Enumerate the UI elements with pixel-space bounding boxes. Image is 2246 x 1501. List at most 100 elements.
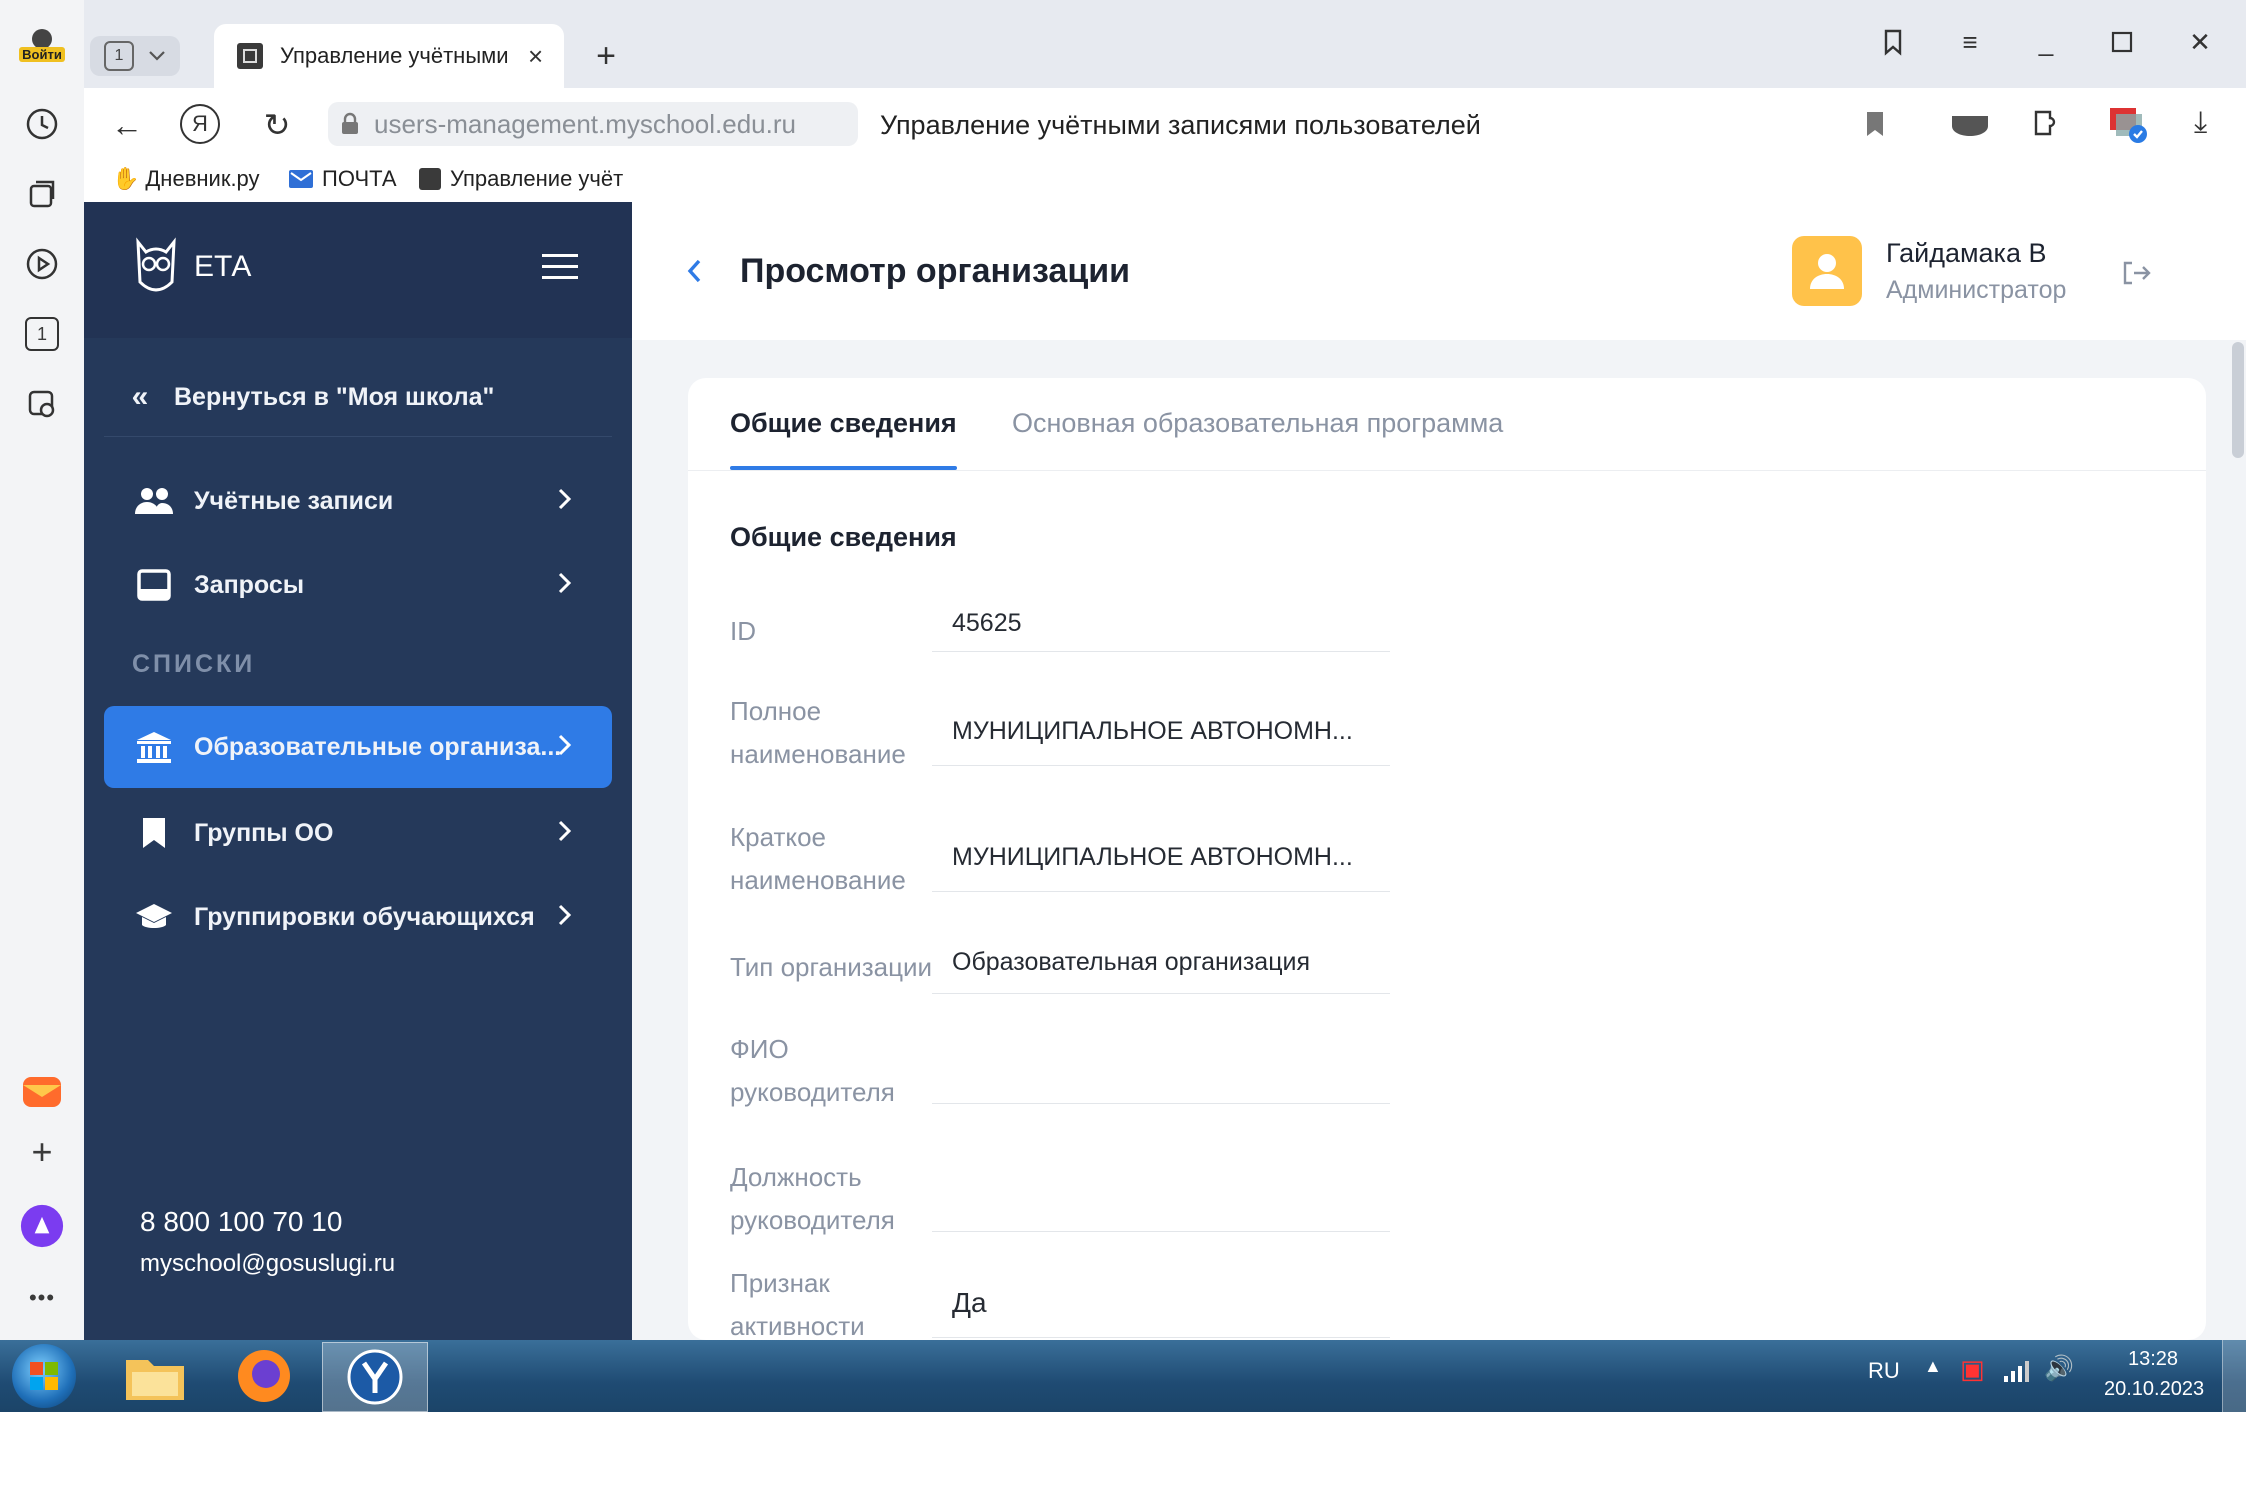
back-arrow-icon[interactable]: ← — [104, 102, 150, 148]
url-field[interactable]: users-management.myschool.edu.ru — [328, 102, 858, 146]
bookmark-icon — [132, 816, 176, 850]
scrollbar-thumb[interactable] — [2232, 342, 2244, 458]
reader-mode-icon[interactable] — [1950, 112, 1990, 143]
sidebar-item-student-groupings[interactable]: Группировки обучающихся — [104, 876, 612, 958]
start-button[interactable] — [12, 1344, 76, 1408]
user-role: Администратор — [1886, 276, 2067, 304]
field-label-short-name: Краткое наименование — [730, 822, 906, 895]
tab-general-info[interactable]: Общие сведения — [730, 408, 957, 470]
tab-title: Управление учётными — [280, 43, 509, 68]
bookmark-page-icon[interactable] — [1864, 110, 1886, 143]
tray-expand-icon[interactable]: ▲ — [1924, 1356, 1942, 1377]
sidebar-item-label: Запросы — [194, 570, 305, 599]
sidebar-item-label: Группы ОО — [194, 818, 334, 847]
tab-close-icon[interactable]: × — [528, 41, 543, 72]
logo-text: ЕТА — [194, 250, 252, 283]
network-icon[interactable] — [2002, 1358, 2032, 1384]
user-name: Гайдамака В — [1886, 238, 2047, 268]
sidebar-item-requests[interactable]: Запросы — [104, 544, 612, 626]
chevron-right-icon — [558, 572, 572, 594]
user-avatar-icon — [1810, 254, 1844, 289]
sidebar-item-label: Образовательные организа... — [194, 732, 562, 761]
windows-logo-icon — [30, 1362, 58, 1390]
field-value-head-position — [932, 1170, 1390, 1232]
tab-main-educational-program[interactable]: Основная образовательная программа — [1012, 408, 1503, 439]
download-icon[interactable]: ⤓ — [2194, 106, 2207, 140]
firefox-icon[interactable] — [236, 1348, 292, 1409]
mail-app-icon[interactable] — [20, 1070, 64, 1114]
clock-time[interactable]: 13:28 — [2128, 1348, 2178, 1371]
tray-app-icon[interactable]: ▣ — [1960, 1354, 1985, 1385]
sidebar-item-educational-organizations[interactable]: Образовательные организа... — [104, 706, 612, 788]
page-title-in-address-bar: Управление учётными записями пользовател… — [880, 110, 1481, 140]
menu-icon[interactable]: ≡ — [1950, 22, 1990, 62]
history-icon[interactable] — [20, 102, 64, 146]
bookmarks-bar: ✋ Дневник.ру ПОЧТА Управление учёт — [84, 160, 2246, 203]
browser-side-rail: Войти 1 + ••• — [0, 0, 84, 1340]
screenshot-icon[interactable] — [20, 382, 64, 426]
field-value-full-name: МУНИЦИПАЛЬНОЕ АВТОНОМН... — [932, 704, 1390, 766]
yandex-browser-taskbar-button[interactable] — [322, 1342, 428, 1412]
extensions-icon[interactable] — [2030, 106, 2064, 145]
minimize-icon[interactable]: _ — [2026, 22, 2066, 62]
back-chevron-icon[interactable] — [686, 258, 702, 284]
logout-icon[interactable] — [2122, 260, 2152, 286]
downloads-security-icon[interactable] — [2106, 104, 2150, 149]
language-indicator[interactable]: RU — [1868, 1358, 1900, 1384]
divider — [104, 436, 612, 437]
double-chevron-left-icon: « — [131, 380, 149, 413]
field-label-org-type: Тип организации — [730, 952, 933, 982]
sidebar-item-label: Учётные записи — [194, 486, 394, 515]
url-text: users-management.myschool.edu.ru — [374, 108, 796, 139]
yandex-icon[interactable]: Я — [180, 104, 220, 144]
collections-icon[interactable] — [20, 172, 64, 216]
tab-label: Основная образовательная программа — [1012, 408, 1504, 438]
back-link-label: Вернуться в "Моя школа" — [174, 382, 495, 411]
new-tab-button[interactable]: + — [584, 34, 628, 78]
page-title: Просмотр организации — [740, 252, 1131, 290]
active-browser-tab[interactable]: Управление учётными × — [214, 24, 564, 88]
bookmark-dnevnik[interactable]: ✋ Дневник.ру — [112, 166, 260, 192]
more-icon[interactable]: ••• — [20, 1276, 64, 1320]
login-label: Войти — [19, 46, 65, 62]
field-value-head-name — [932, 1042, 1390, 1104]
profile-login-button[interactable]: Войти — [19, 22, 65, 66]
field-label-id: ID — [730, 616, 756, 646]
field-label-full-name: Полное наименование — [730, 696, 906, 769]
lock-icon — [342, 112, 358, 134]
file-explorer-icon[interactable] — [124, 1350, 186, 1407]
bookmark-users-management[interactable]: Управление учёт — [418, 166, 623, 192]
bookmark-label: ПОЧТА — [322, 166, 397, 191]
chevron-right-icon — [558, 734, 572, 756]
maximize-icon[interactable] — [2102, 22, 2142, 62]
reload-icon[interactable]: ↻ — [254, 102, 300, 148]
volume-icon[interactable]: 🔊 — [2044, 1354, 2074, 1383]
bookmark-mail[interactable]: ПОЧТА — [288, 166, 397, 192]
app-sidebar: ЕТА « Вернуться в "Моя школа" Учётные за… — [84, 202, 632, 1340]
support-phone[interactable]: 8 800 100 70 10 — [140, 1206, 342, 1238]
alice-assistant-icon[interactable] — [20, 1204, 64, 1248]
sidebar-item-oo-groups[interactable]: Группы ОО — [104, 792, 612, 874]
bookmarks-panel-icon[interactable] — [1874, 22, 1914, 62]
institution-icon — [132, 730, 176, 764]
tab-group-switcher[interactable]: 1 — [90, 36, 180, 76]
active-tab-indicator — [730, 466, 957, 470]
close-window-icon[interactable]: ✕ — [2180, 22, 2220, 62]
section-title: Общие сведения — [730, 522, 957, 552]
support-email[interactable]: myschool@gosuslugi.ru — [140, 1250, 395, 1278]
play-video-icon[interactable] — [20, 242, 64, 286]
envelope-icon — [289, 170, 313, 188]
add-panel-icon[interactable]: + — [20, 1130, 64, 1174]
tab-counter-icon[interactable]: 1 — [20, 312, 64, 356]
clock-date[interactable]: 20.10.2023 — [2104, 1378, 2204, 1401]
chevron-right-icon — [558, 488, 572, 510]
chevron-down-icon — [149, 51, 165, 61]
organization-card: Общие сведения Основная образовательная … — [688, 378, 2206, 1341]
back-to-my-school-link[interactable]: « Вернуться в "Моя школа" — [104, 356, 612, 438]
show-desktop-button[interactable] — [2222, 1340, 2246, 1412]
sidebar-item-accounts[interactable]: Учётные записи — [104, 460, 612, 542]
graduation-cap-icon — [132, 902, 176, 932]
field-value-activity: Да — [932, 1276, 1390, 1338]
hamburger-menu-icon[interactable] — [542, 254, 578, 282]
avatar[interactable] — [1792, 236, 1862, 306]
